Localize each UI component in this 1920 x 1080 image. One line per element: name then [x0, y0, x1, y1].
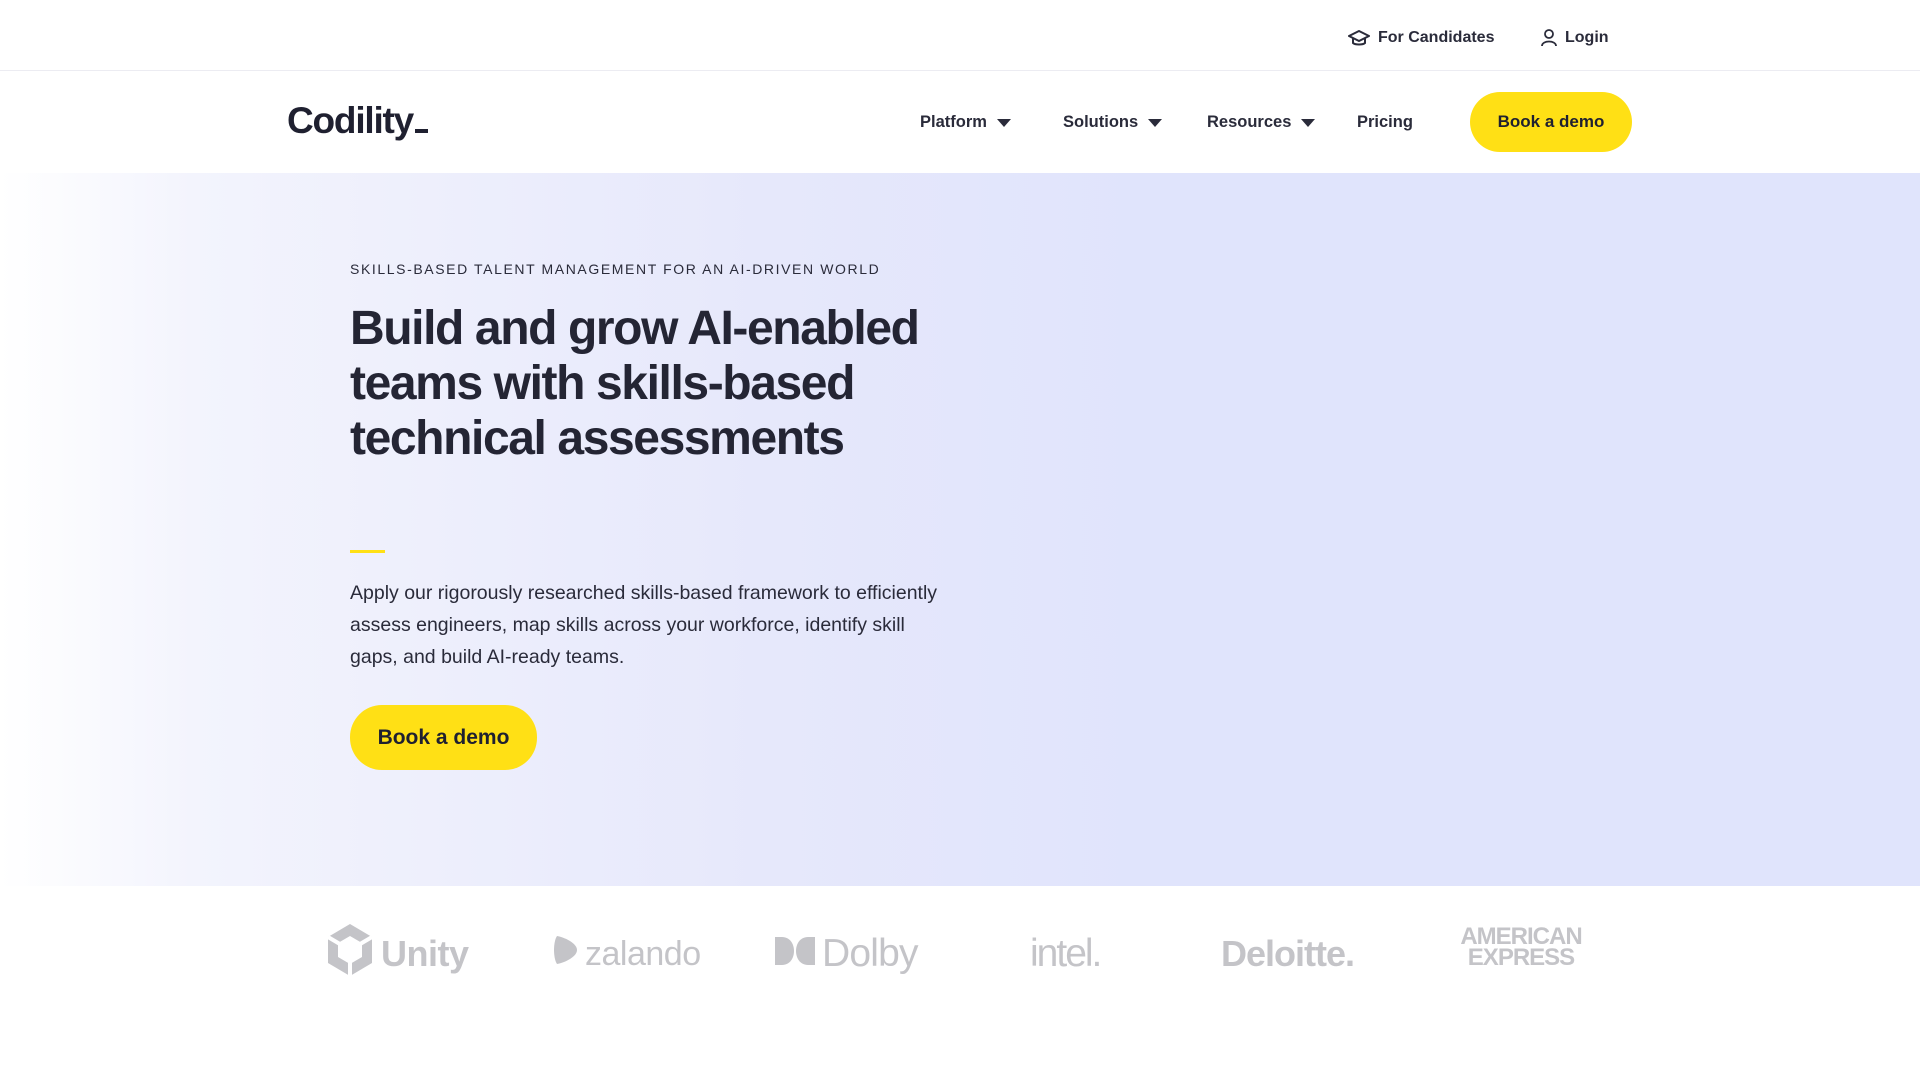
zalando-flag-icon: [551, 934, 579, 975]
nav-item-resources[interactable]: Resources: [1207, 109, 1316, 135]
unity-cube-icon: [325, 922, 375, 987]
dolby-double-d-icon: [774, 932, 816, 976]
caret-down-icon: [1148, 119, 1163, 127]
caret-down-icon: [1301, 119, 1316, 127]
codility-logo[interactable]: Codility: [287, 99, 429, 143]
logo-underscore: [415, 129, 429, 133]
hero-eyebrow: SKILLS-BASED TALENT MANAGEMENT FOR AN AI…: [350, 261, 881, 277]
unity-logo-text: Unity: [381, 933, 469, 974]
customer-logos: Unity zalando Dolby intel. Deloitte. AME…: [0, 886, 1920, 1016]
for-candidates-link[interactable]: For Candidates: [1348, 25, 1494, 51]
for-candidates-label: For Candidates: [1378, 29, 1495, 46]
hero-description: Apply our rigorously researched skills-b…: [350, 582, 938, 668]
unity-logo: Unity: [325, 923, 469, 982]
nav-item-label: Pricing: [1357, 112, 1413, 131]
book-demo-nav-button[interactable]: Book a demo: [1470, 92, 1632, 152]
zalando-logo: zalando: [551, 926, 701, 982]
user-icon: [1541, 29, 1557, 47]
hero-section: SKILLS-BASED TALENT MANAGEMENT FOR AN AI…: [0, 173, 1920, 886]
accent-divider: [350, 550, 385, 553]
dolby-logo-text: Dolby: [822, 932, 919, 975]
amex-line-2: EXPRESS: [1467, 944, 1575, 971]
login-label: Login: [1565, 29, 1609, 46]
nav-item-solutions[interactable]: Solutions: [1063, 109, 1163, 135]
logo-text: Codility: [287, 100, 414, 141]
book-demo-hero-button[interactable]: Book a demo: [350, 705, 537, 770]
nav-item-label: Resources: [1207, 112, 1292, 131]
american-express-logo: AMERICAN EXPRESS: [1446, 925, 1596, 982]
intel-logo: intel.: [1030, 926, 1102, 982]
hero-title: Build and grow AI-enabled teams with ski…: [350, 302, 920, 465]
caret-down-icon: [996, 119, 1011, 127]
utility-bar: For Candidates Login: [0, 0, 1920, 71]
deloitte-logo: Deloitte.: [1221, 926, 1355, 982]
nav-item-platform[interactable]: Platform: [920, 109, 1011, 135]
deloitte-logo-text: Deloitte.: [1221, 933, 1355, 974]
nav-item-pricing[interactable]: Pricing: [1357, 109, 1413, 135]
dolby-logo: Dolby: [774, 926, 919, 982]
intel-logo-text: intel.: [1030, 932, 1102, 975]
nav-item-label: Solutions: [1063, 112, 1139, 131]
zalando-logo-text: zalando: [585, 934, 701, 973]
main-nav: Codility Platform Solutions Resources Pr…: [0, 71, 1920, 173]
nav-item-label: Platform: [920, 112, 987, 131]
login-link[interactable]: Login: [1541, 25, 1609, 51]
graduation-cap-icon: [1348, 29, 1370, 47]
